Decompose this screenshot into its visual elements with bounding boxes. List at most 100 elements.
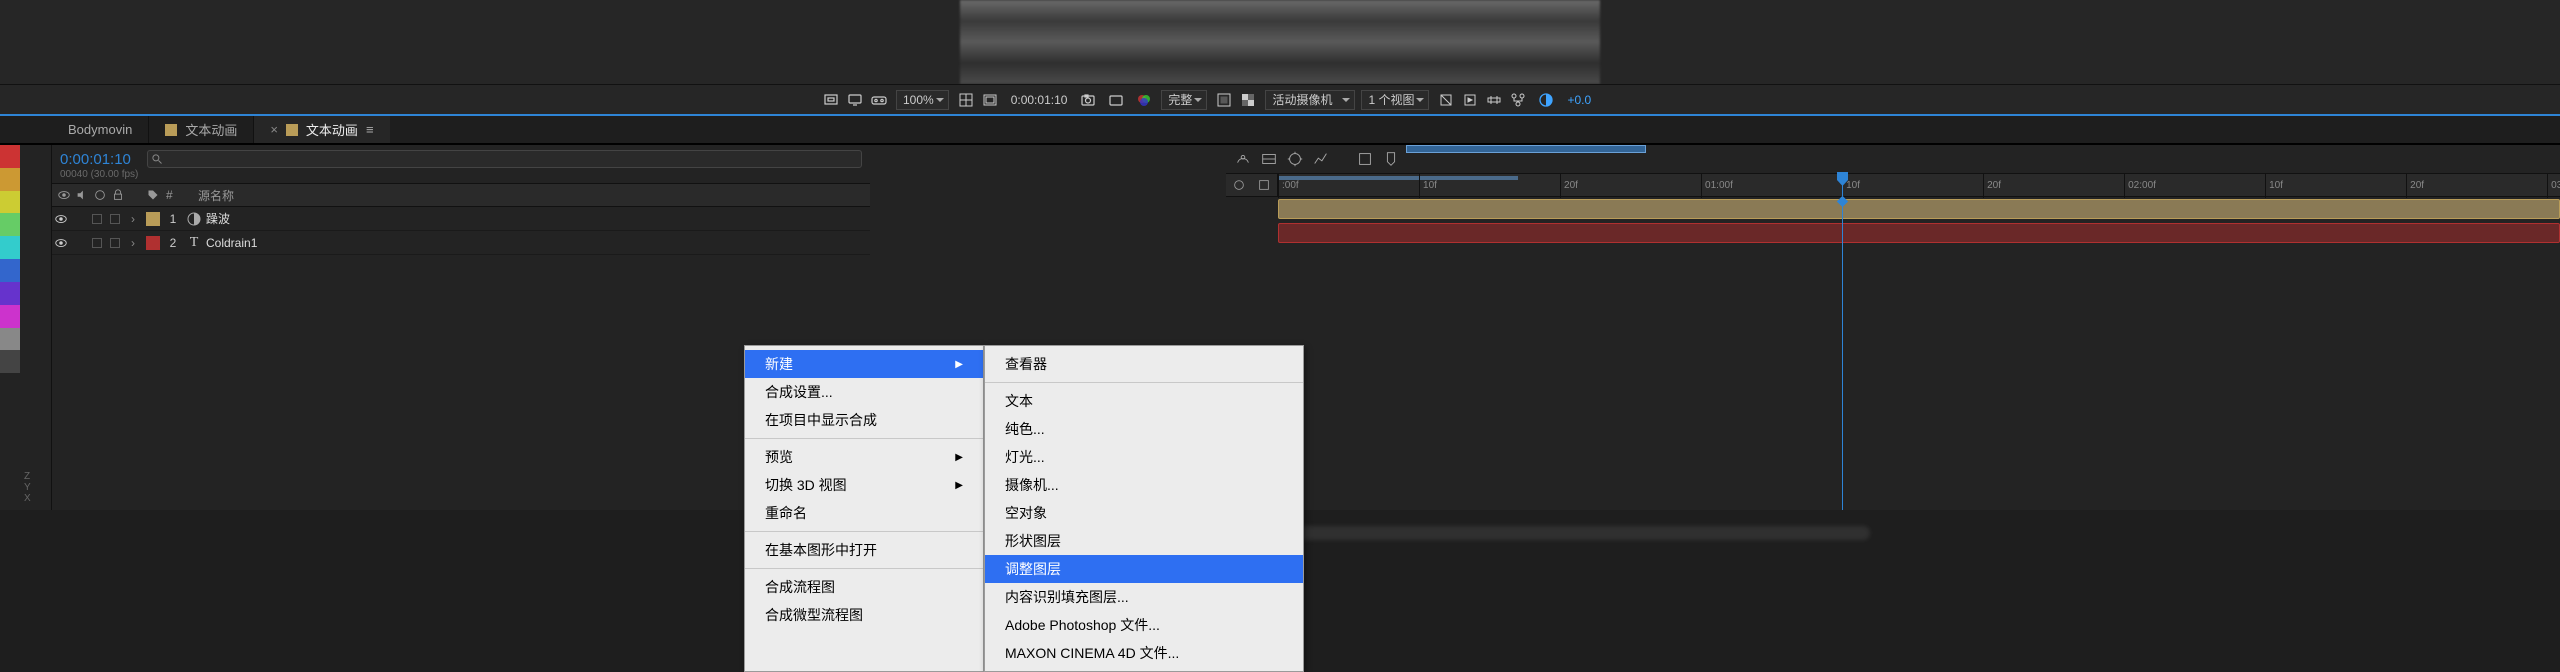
expand-toggle[interactable]: › [124, 236, 142, 250]
audio-header-icon[interactable] [75, 188, 89, 202]
swatch[interactable] [0, 328, 20, 351]
layer-bar[interactable] [1278, 223, 2560, 243]
tab-comp-1[interactable]: 文本动画 [149, 116, 253, 143]
lock-toggle[interactable] [106, 238, 124, 248]
tab-bodymovin[interactable]: Bodymovin [52, 116, 148, 143]
motion-blur-icon[interactable] [1286, 150, 1304, 168]
menu-item-content-aware-fill[interactable]: 内容识别填充图层... [985, 583, 1303, 611]
magnify-icon[interactable] [820, 89, 842, 111]
layer-name[interactable]: Coldrain1 [206, 236, 870, 250]
layer-color[interactable] [146, 212, 160, 226]
swatch[interactable] [0, 213, 20, 236]
layer-row[interactable]: › 2 T Coldrain1 [52, 231, 870, 255]
current-time-indicator[interactable] [1842, 174, 1843, 196]
camera-select[interactable]: 活动摄像机 [1265, 90, 1355, 110]
menu-item-preview[interactable]: 预览▶ [745, 443, 983, 471]
close-icon[interactable]: × [270, 122, 278, 137]
fast-preview-icon[interactable] [1459, 89, 1481, 111]
current-time[interactable]: 0:00:01:10 [60, 151, 131, 168]
menu-item-mini-flowchart[interactable]: 合成微型流程图 [745, 601, 983, 629]
modes-icon[interactable] [1257, 178, 1271, 192]
axis-indicator: ZYX [24, 471, 31, 504]
layer-bar[interactable] [1278, 199, 2560, 219]
resolution-select[interactable]: 完整 [1161, 90, 1207, 110]
menu-item-flowchart[interactable]: 合成流程图 [745, 573, 983, 601]
swatch[interactable] [0, 145, 20, 168]
timeline-icon[interactable] [1483, 89, 1505, 111]
time-ruler[interactable]: :00f 10f 20f 01:00f 10f 20f 02:00f 10f 2… [1226, 173, 2560, 197]
views-select[interactable]: 1 个视图 [1361, 90, 1429, 110]
menu-item-shape[interactable]: 形状图层 [985, 527, 1303, 555]
tag-header-icon[interactable] [147, 189, 159, 201]
menu-item-rename[interactable]: 重命名 [745, 499, 983, 527]
graph-editor-icon[interactable] [1312, 150, 1330, 168]
menu-item-c4d-file[interactable]: MAXON CINEMA 4D 文件... [985, 639, 1303, 667]
swatch[interactable] [0, 350, 20, 373]
roi-icon[interactable] [1213, 89, 1235, 111]
viewer-timecode[interactable]: 0:00:01:10 [1007, 93, 1072, 107]
channel-icon[interactable] [1133, 89, 1155, 111]
layer-color[interactable] [146, 236, 160, 250]
swatch[interactable] [0, 305, 20, 328]
layer-search[interactable] [147, 150, 862, 168]
layer-row[interactable]: › 1 躁波 [52, 207, 870, 231]
menu-separator [985, 382, 1303, 383]
menu-item-adjustment-layer[interactable]: 调整图层 [985, 555, 1303, 583]
solo-header-icon[interactable] [93, 188, 107, 202]
shy-icon[interactable] [1234, 150, 1252, 168]
device-icon[interactable] [844, 89, 866, 111]
vr-icon[interactable] [868, 89, 890, 111]
swatch[interactable] [0, 282, 20, 305]
grid-icon[interactable] [955, 89, 977, 111]
exposure-reset-icon[interactable] [1535, 89, 1557, 111]
exposure-value[interactable]: +0.0 [1563, 93, 1595, 107]
menu-label: 调整图层 [1005, 559, 1061, 579]
zoom-select[interactable]: 100% [896, 90, 949, 110]
composition-preview: 100% 0:00:01:10 完整 活动摄像机 1 个视图 +0.0 [0, 0, 2560, 114]
menu-item-photoshop-file[interactable]: Adobe Photoshop 文件... [985, 611, 1303, 639]
flowchart-icon[interactable] [1507, 89, 1529, 111]
draft-3d-icon[interactable] [1356, 150, 1374, 168]
solo-toggle[interactable] [88, 238, 106, 248]
swatch[interactable] [0, 168, 20, 191]
menu-item-comp-settings[interactable]: 合成设置... [745, 378, 983, 406]
menu-item-light[interactable]: 灯光... [985, 443, 1303, 471]
menu-item-text[interactable]: 文本 [985, 387, 1303, 415]
source-name-header[interactable]: 源名称 [190, 184, 870, 206]
visibility-toggle[interactable] [52, 212, 70, 226]
timeline-tracks[interactable] [1226, 197, 2560, 510]
panel-menu-icon[interactable]: ≡ [366, 122, 374, 137]
menu-item-new[interactable]: 新建▶ [745, 350, 983, 378]
menu-item-camera[interactable]: 摄像机... [985, 471, 1303, 499]
ruler-label: 20f [1564, 180, 1578, 191]
swatch[interactable] [0, 236, 20, 259]
transparency-grid-icon[interactable] [1237, 89, 1259, 111]
tab-comp-2[interactable]: × 文本动画 ≡ [254, 116, 389, 143]
switches-icon[interactable] [1232, 178, 1246, 192]
visibility-toggle[interactable] [52, 236, 70, 250]
swatch[interactable] [0, 259, 20, 282]
marker-icon[interactable] [1382, 150, 1400, 168]
pixel-aspect-icon[interactable] [1435, 89, 1457, 111]
menu-item-reveal-in-project[interactable]: 在项目中显示合成 [745, 406, 983, 434]
menu-item-open-egp[interactable]: 在基本图形中打开 [745, 536, 983, 564]
work-area-bar[interactable] [1278, 176, 1518, 180]
cti-head-icon[interactable] [1837, 172, 1848, 186]
lock-header-icon[interactable] [111, 188, 125, 202]
safe-zones-icon[interactable] [979, 89, 1001, 111]
lock-toggle[interactable] [106, 214, 124, 224]
menu-item-viewer[interactable]: 查看器 [985, 350, 1303, 378]
menu-item-switch-3d-view[interactable]: 切换 3D 视图▶ [745, 471, 983, 499]
menu-item-null[interactable]: 空对象 [985, 499, 1303, 527]
time-navigator[interactable] [1406, 145, 1646, 153]
swatch[interactable] [0, 191, 20, 214]
frame-blend-icon[interactable] [1260, 150, 1278, 168]
expand-toggle[interactable]: › [124, 212, 142, 226]
show-snapshot-icon[interactable] [1105, 89, 1127, 111]
layer-name[interactable]: 躁波 [206, 210, 870, 227]
solo-toggle[interactable] [88, 214, 106, 224]
snapshot-icon[interactable] [1077, 89, 1099, 111]
menu-item-solid[interactable]: 纯色... [985, 415, 1303, 443]
search-input[interactable] [147, 150, 862, 168]
eye-header-icon[interactable] [57, 188, 71, 202]
